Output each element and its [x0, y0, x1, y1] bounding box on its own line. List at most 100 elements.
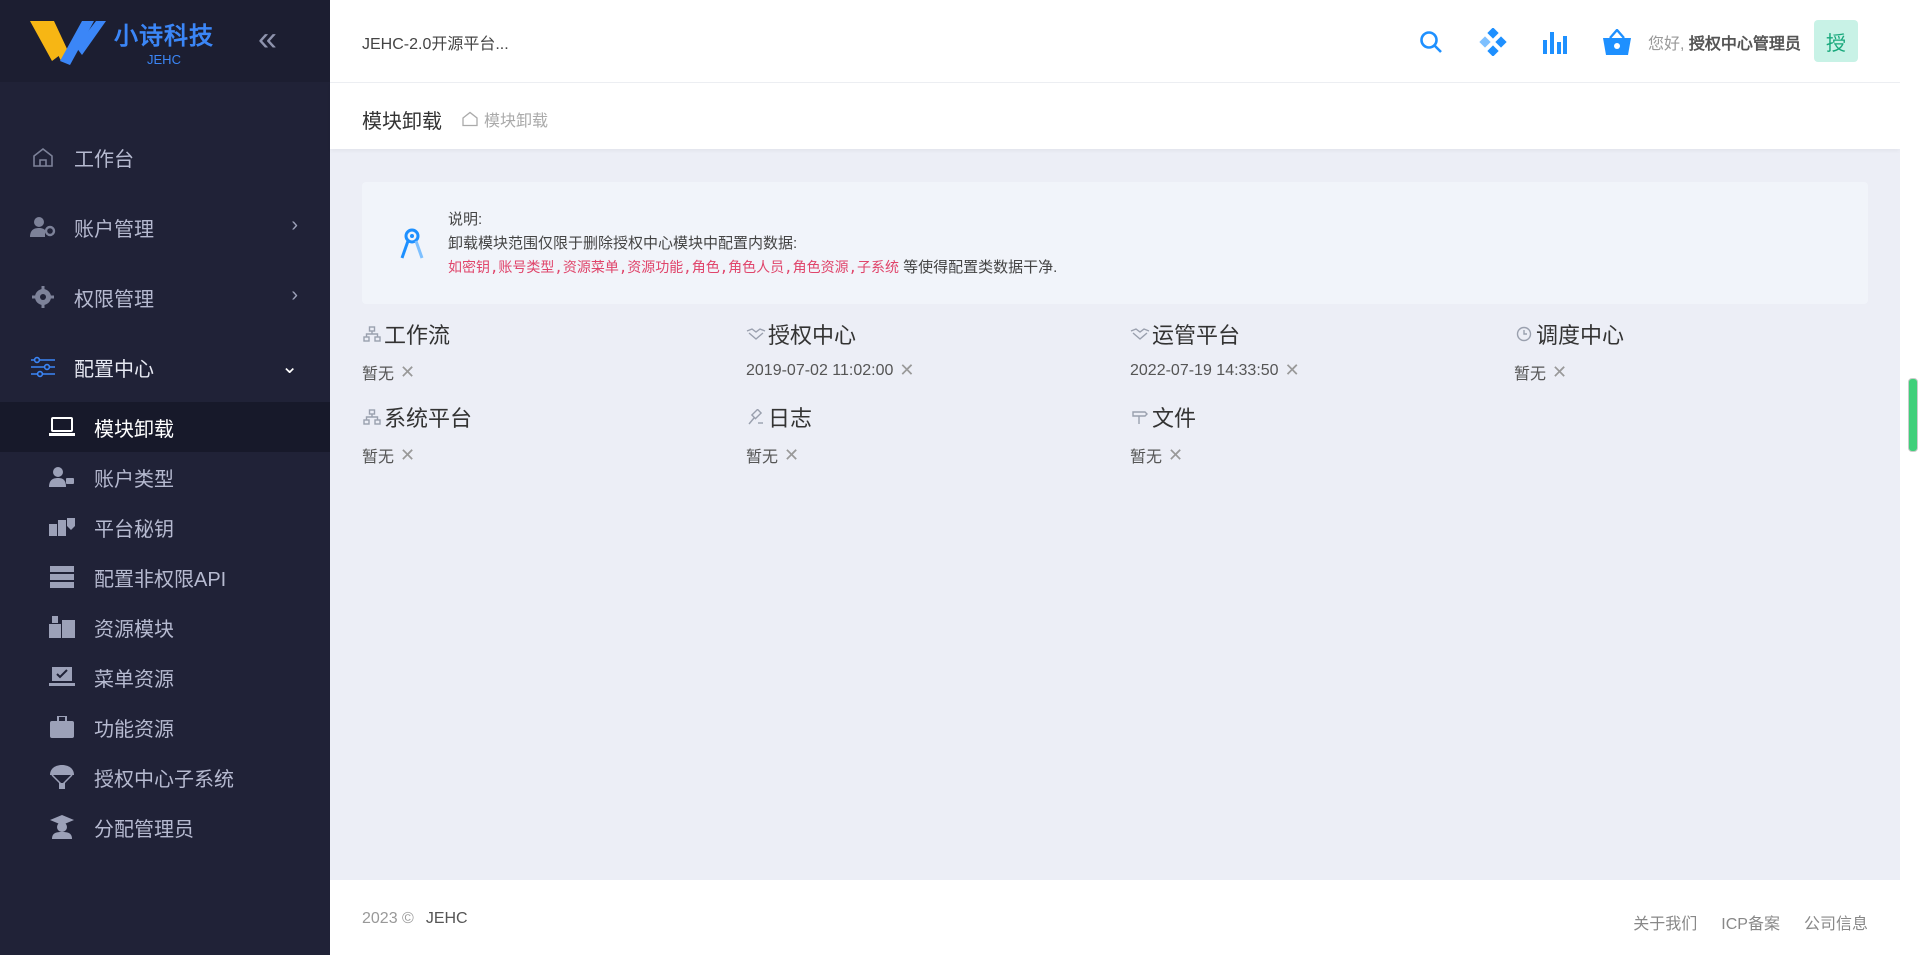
module-value: 暂无	[1130, 449, 1163, 466]
breadcrumb-current: 模块卸载	[484, 113, 549, 130]
signpost-icon	[1130, 407, 1150, 427]
user-name[interactable]: 授权中心管理员	[1689, 36, 1801, 53]
chevron-right-icon: ›	[291, 214, 298, 236]
footer-link-icp[interactable]: ICP备案	[1721, 910, 1780, 934]
module-name: 文件	[1152, 406, 1197, 431]
parachute-icon	[48, 764, 76, 790]
footer-links: 关于我们 ICP备案 公司信息	[1609, 910, 1868, 934]
sidebar-menu: 工作台 账户管理 › 权限管理 › 配置中心 ⌄	[0, 122, 330, 402]
sidebar-item-permission[interactable]: 权限管理 ›	[0, 262, 330, 332]
module-name: 授权中心	[768, 323, 857, 348]
brand-subtitle: JEHC	[147, 51, 181, 67]
notice-line: 卸载模块范围仅限于删除授权中心模块中配置内数据:	[448, 235, 798, 252]
notice-tail: 等使得配置类数据干净.	[903, 259, 1058, 276]
close-icon[interactable]: ✕	[1285, 360, 1300, 381]
user-greeting: 您好, 授权中心管理员	[1648, 30, 1801, 54]
basket-icon[interactable]	[1586, 22, 1648, 62]
breadcrumb-bar: 模块卸载 模块卸载	[330, 83, 1900, 149]
sidebar-item-label: 平台秘钥	[94, 518, 174, 541]
page-title: 模块卸载	[362, 111, 442, 133]
avatar[interactable]: 授	[1814, 20, 1858, 62]
footer-brand[interactable]: JEHC	[426, 910, 468, 927]
module-value: 2019-07-02 11:02:00	[746, 361, 894, 379]
laptop-check-icon	[48, 664, 76, 690]
config-submenu: 模块卸载 账户类型 平台秘钥 配置非权限API 资源模块 菜单资源 功能资源 授…	[0, 402, 330, 852]
module-name: 日志	[768, 406, 813, 431]
notice-items-text: 如密钥,账号类型,资源菜单,资源功能,角色,角色人员,角色资源,子系统	[448, 260, 899, 276]
sidebar: 小诗科技 JEHC « 工作台 账户管理 › 权限管理 › 配置中心 ⌄ 模块卸…	[0, 0, 330, 955]
sidebar-item-label: 功能资源	[94, 718, 174, 741]
module-name: 调度中心	[1536, 323, 1625, 348]
home-icon	[30, 144, 56, 170]
sidebar-item-assign-admin[interactable]: 分配管理员	[0, 802, 330, 852]
sidebar-item-workbench[interactable]: 工作台	[0, 122, 330, 192]
diamond-grid-icon[interactable]	[1462, 22, 1524, 62]
sidebar-item-config-center[interactable]: 配置中心 ⌄	[0, 332, 330, 402]
footer-link-about[interactable]: 关于我们	[1633, 910, 1697, 934]
module-card: 文件 暂无 ✕	[1130, 401, 1510, 467]
scrollbar-track[interactable]	[1900, 0, 1920, 955]
chevron-right-icon: ›	[291, 284, 298, 306]
footer-link-company[interactable]: 公司信息	[1804, 910, 1868, 934]
sidebar-item-label: 模块卸载	[94, 418, 174, 441]
search-icon[interactable]	[1400, 22, 1462, 62]
copyright: 2023 © JEHC	[362, 910, 468, 928]
copyright-year: 2023 ©	[362, 910, 414, 927]
module-name: 系统平台	[384, 406, 473, 431]
cog-icon	[30, 284, 56, 310]
sidebar-item-label: 配置中心	[74, 358, 154, 381]
module-card: 授权中心 2019-07-02 11:02:00 ✕	[746, 318, 1126, 381]
logo[interactable]: 小诗科技 JEHC «	[0, 0, 330, 82]
notice-items: 如密钥,账号类型,资源菜单,资源功能,角色,角色人员,角色资源,子系统	[448, 260, 899, 276]
sidebar-item-platform-key[interactable]: 平台秘钥	[0, 502, 330, 552]
sidebar-item-resource-module[interactable]: 资源模块	[0, 602, 330, 652]
close-icon[interactable]: ✕	[899, 360, 914, 381]
close-icon[interactable]: ✕	[1552, 362, 1567, 383]
top-header: JEHC-2.0开源平台... 您好, 授权中心管理员 授	[330, 0, 1900, 83]
sidebar-item-menu-resource[interactable]: 菜单资源	[0, 652, 330, 702]
clock-icon	[1514, 324, 1534, 344]
module-card: 工作流 暂无 ✕	[362, 318, 742, 384]
chevron-down-icon: ⌄	[281, 356, 298, 378]
module-value: 暂无	[1514, 366, 1547, 383]
sidebar-item-label: 资源模块	[94, 618, 174, 641]
brand-title: 小诗科技	[114, 22, 214, 50]
sidebar-item-module-uninstall[interactable]: 模块卸载	[0, 402, 330, 452]
user-gear-icon	[30, 214, 56, 240]
notice-panel: 说明: 卸载模块范围仅限于删除授权中心模块中配置内数据: 如密钥,账号类型,资源…	[362, 182, 1868, 304]
sidebar-item-nonauth-api[interactable]: 配置非权限API	[0, 552, 330, 602]
sidebar-item-label: 工作台	[74, 148, 134, 171]
laptop-icon	[48, 414, 76, 440]
user-tag-icon	[48, 464, 76, 490]
module-name: 工作流	[384, 323, 451, 348]
logo-mark	[30, 21, 106, 65]
key-box-icon	[48, 514, 76, 540]
server-icon	[48, 564, 76, 590]
sidebar-item-account[interactable]: 账户管理 ›	[0, 192, 330, 262]
home-icon[interactable]	[462, 111, 478, 127]
sitemap-icon	[362, 324, 382, 344]
platform-title[interactable]: JEHC-2.0开源平台...	[362, 30, 509, 54]
module-card: 日志 暂无 ✕	[746, 401, 1126, 467]
sliders-icon	[30, 354, 56, 380]
scrollbar-thumb[interactable]	[1908, 378, 1918, 452]
double-chevron-left-icon[interactable]: «	[258, 22, 288, 58]
gavel-icon	[746, 407, 766, 427]
close-icon[interactable]: ✕	[1168, 445, 1183, 466]
handshake-icon	[1130, 324, 1150, 344]
sidebar-item-function-resource[interactable]: 功能资源	[0, 702, 330, 752]
module-value: 暂无	[362, 366, 395, 383]
close-icon[interactable]: ✕	[400, 362, 415, 383]
sidebar-item-label: 账户类型	[94, 468, 174, 491]
sidebar-item-label: 权限管理	[74, 288, 154, 311]
bar-chart-icon[interactable]	[1524, 22, 1586, 62]
close-icon[interactable]: ✕	[400, 445, 415, 466]
sidebar-item-account-type[interactable]: 账户类型	[0, 452, 330, 502]
graduate-icon	[48, 814, 76, 840]
module-card: 运管平台 2022-07-19 14:33:50 ✕	[1130, 318, 1510, 381]
sitemap-icon	[362, 407, 382, 427]
close-icon[interactable]: ✕	[784, 445, 799, 466]
module-card: 调度中心 暂无 ✕	[1514, 318, 1894, 384]
sidebar-item-auth-subsystem[interactable]: 授权中心子系统	[0, 752, 330, 802]
sidebar-item-label: 配置非权限API	[94, 568, 227, 591]
